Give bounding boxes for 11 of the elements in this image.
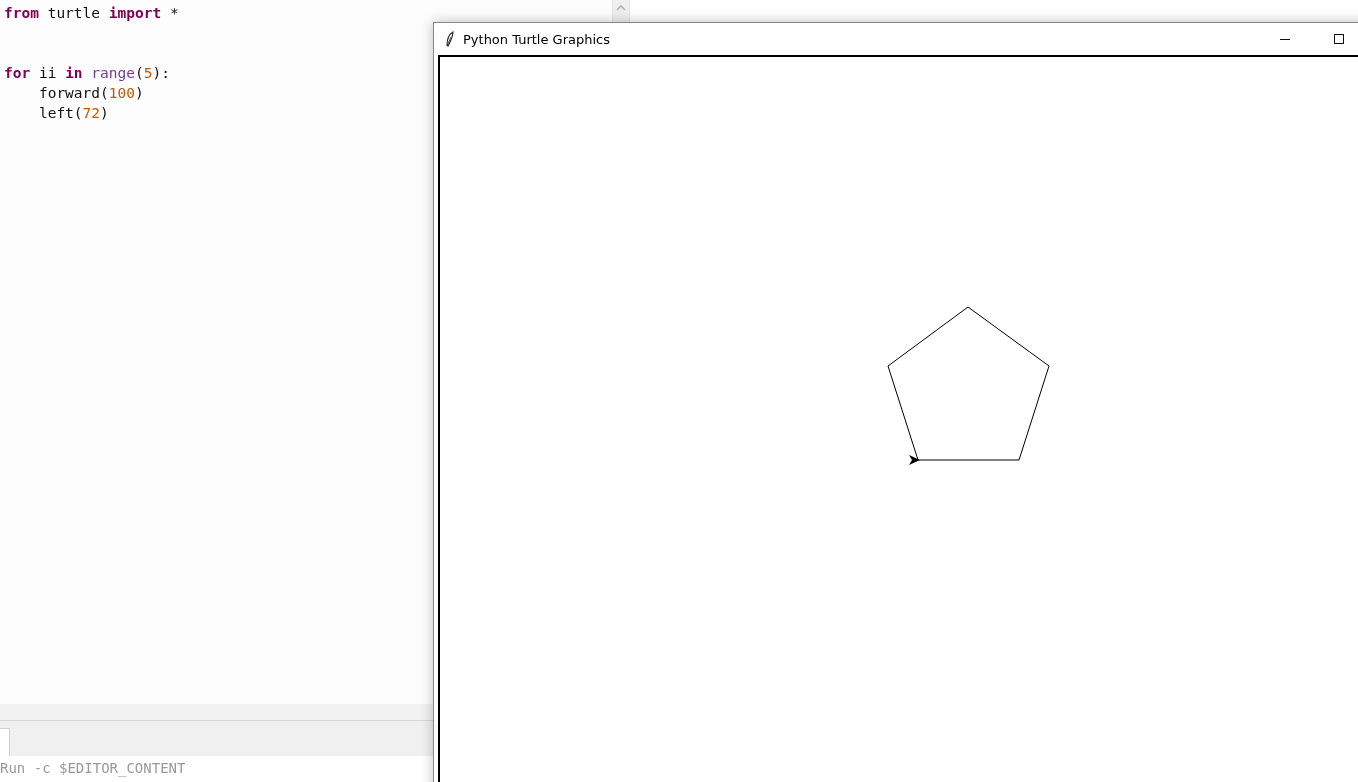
scroll-up-icon[interactable] — [616, 4, 626, 11]
code-line: forward(100) — [37, 84, 145, 103]
window-title: Python Turtle Graphics — [463, 31, 610, 47]
turtle-arrow-icon — [909, 455, 920, 465]
splitter-bar[interactable] — [0, 704, 433, 721]
code-line: from turtle import * — [4, 4, 180, 23]
maximize-icon — [1334, 34, 1344, 44]
shell-tab[interactable] — [0, 728, 10, 756]
code-line: left(72) — [37, 104, 110, 123]
feather-icon — [445, 31, 455, 47]
code-line: for ii in range(5): — [4, 64, 171, 83]
